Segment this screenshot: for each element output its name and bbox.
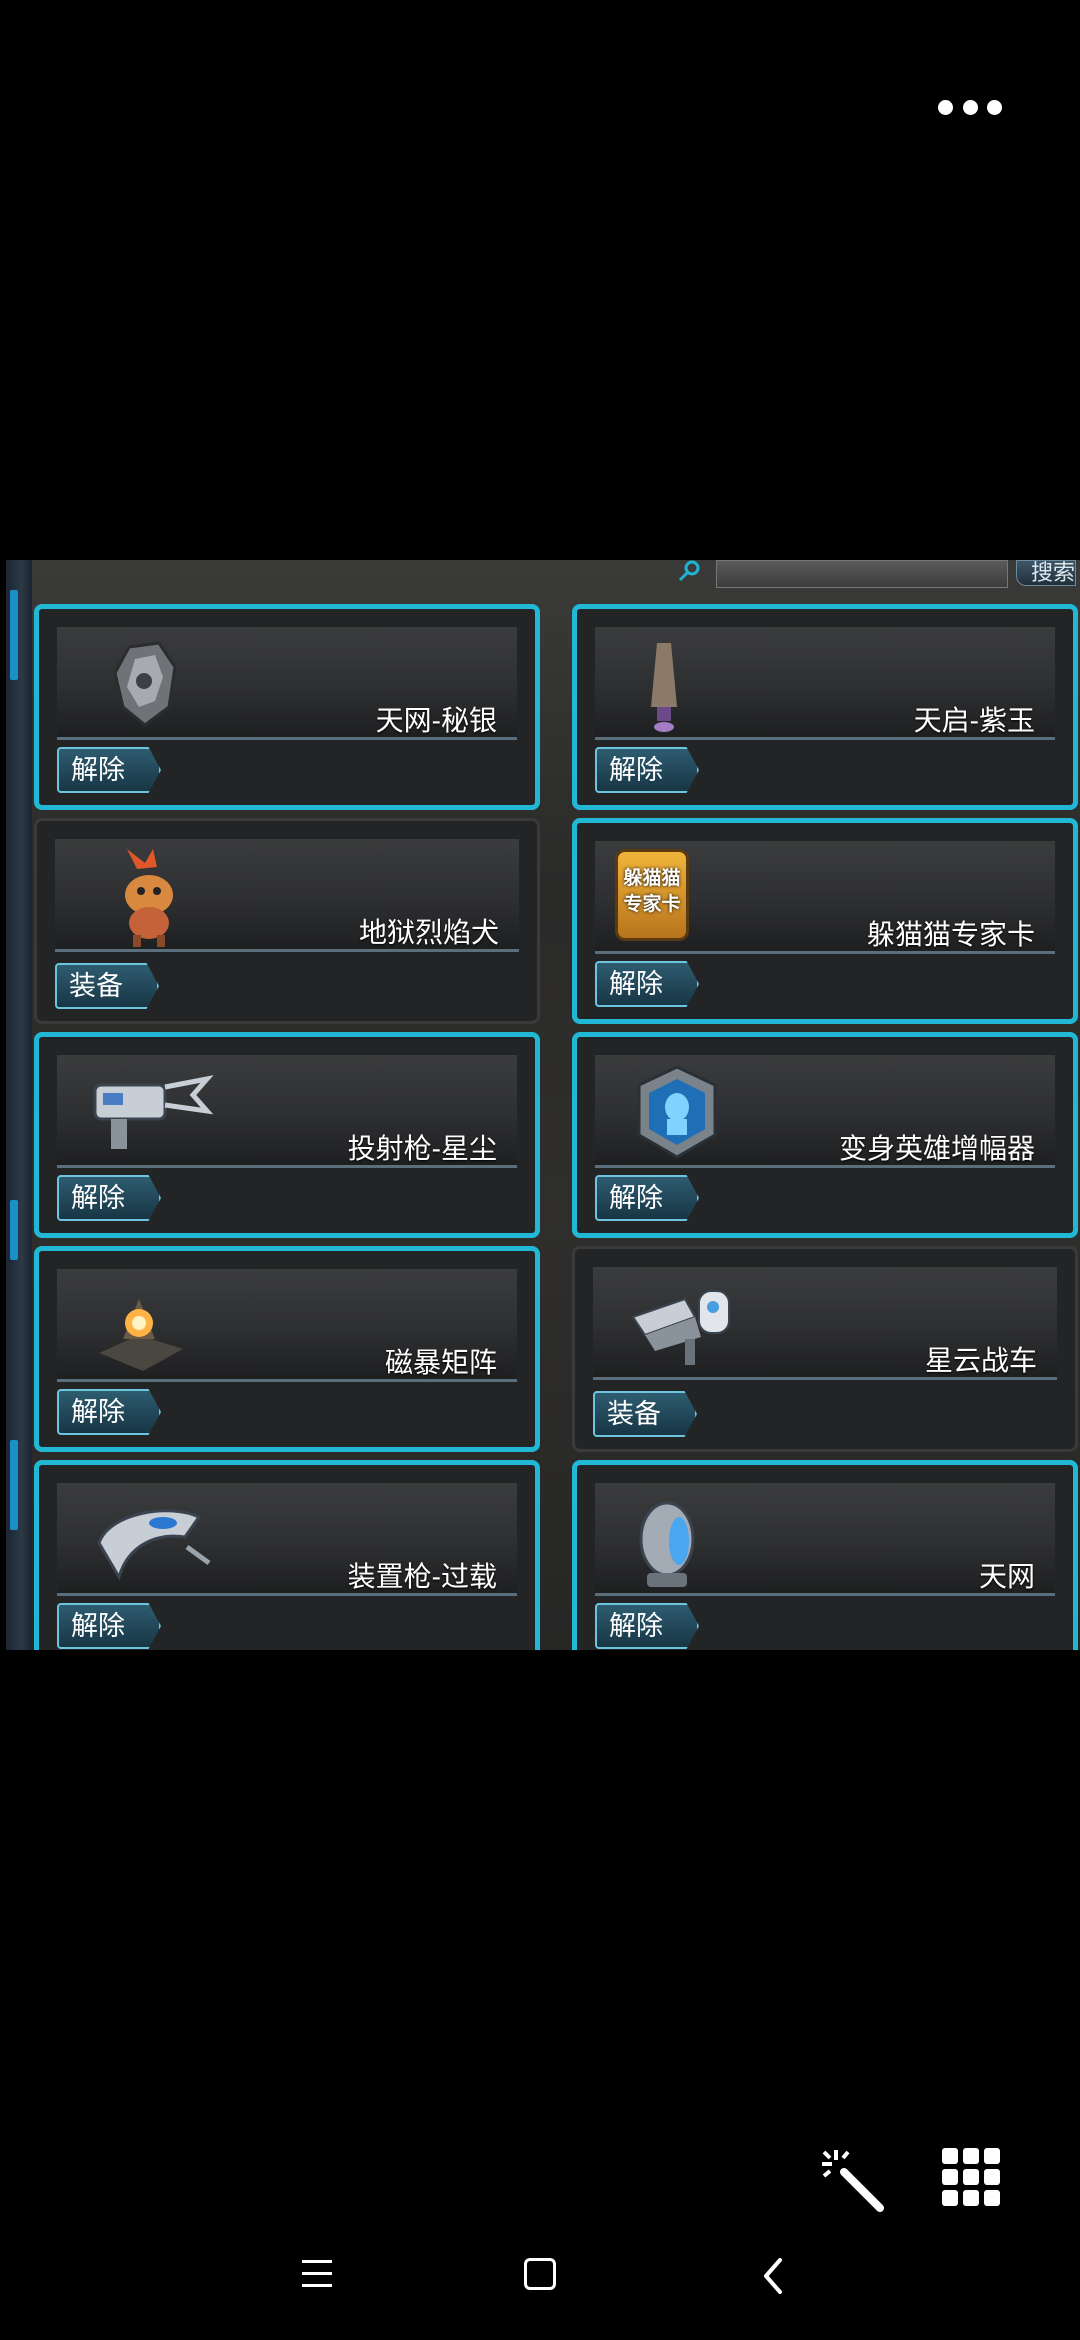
hide-and-seek-card-icon: 躲猫猫专家卡 (615, 849, 689, 941)
item-name: 地狱烈焰犬 (358, 917, 499, 948)
home-icon[interactable] (524, 2258, 556, 2290)
item-card[interactable]: 磁暴矩阵 解除 (34, 1246, 540, 1452)
unequip-button[interactable]: 解除 (57, 747, 161, 793)
item-name: 星云战车 (924, 1345, 1037, 1376)
purple-jade-totem-icon (651, 643, 677, 732)
item-panel: 变身英雄增幅器 (595, 1055, 1055, 1168)
item-card[interactable]: 地狱烈焰犬 装备 (34, 818, 540, 1024)
unequip-button[interactable]: 解除 (595, 1603, 699, 1649)
equip-button[interactable]: 装备 (55, 963, 159, 1009)
item-card[interactable]: 天网-秘银 解除 (34, 604, 540, 810)
magic-wand-icon[interactable] (818, 2146, 888, 2216)
unequip-button[interactable]: 解除 (595, 747, 699, 793)
item-panel: 天网 (595, 1483, 1055, 1596)
unequip-button[interactable]: 解除 (595, 961, 699, 1007)
search-input[interactable] (716, 560, 1008, 588)
item-card[interactable]: 变身英雄增幅器 解除 (572, 1032, 1078, 1238)
magnetic-storm-matrix-icon (99, 1299, 183, 1371)
item-card[interactable]: 投射枪-星尘 解除 (34, 1032, 540, 1238)
item-card[interactable]: 装置枪-过载 解除 (34, 1460, 540, 1650)
mithril-crystal-icon (113, 641, 177, 727)
item-panel: 磁暴矩阵 (57, 1269, 517, 1382)
item-name: 天网 (978, 1561, 1035, 1592)
item-name: 变身英雄增幅器 (838, 1133, 1035, 1164)
item-panel: 躲猫猫专家卡 躲猫猫专家卡 (595, 841, 1055, 954)
item-panel: 地狱烈焰犬 (55, 839, 519, 952)
item-card[interactable]: 躲猫猫专家卡 躲猫猫专家卡 解除 (572, 818, 1078, 1024)
item-name: 躲猫猫专家卡 (866, 919, 1035, 950)
hellfire-dog-pet-icon (125, 849, 173, 947)
equip-button[interactable]: 装备 (593, 1391, 697, 1437)
item-card[interactable]: 天网 解除 (572, 1460, 1078, 1650)
projector-gun-icon (93, 1075, 214, 1149)
item-name: 投射枪-星尘 (347, 1133, 497, 1164)
unequip-button[interactable]: 解除 (57, 1389, 161, 1435)
skynet-mech-icon (639, 1501, 695, 1587)
item-name: 天启-紫玉 (913, 705, 1035, 736)
search-icon[interactable] (678, 560, 700, 582)
item-name: 装置枪-过载 (347, 1561, 497, 1592)
item-card[interactable]: 天启-紫玉 解除 (572, 604, 1078, 810)
item-panel: 投射枪-星尘 (57, 1055, 517, 1168)
item-name: 天网-秘银 (375, 705, 497, 736)
unequip-button[interactable]: 解除 (57, 1603, 161, 1649)
game-screenshot: 搜索 天网-秘银 解除 天启-紫玉 解除 地狱烈焰犬 装备 躲猫猫专家卡 躲猫猫… (6, 560, 1080, 1650)
nebula-chariot-icon (631, 1290, 730, 1365)
left-edge-panel (6, 560, 32, 1650)
search-bar: 搜索 (666, 560, 1080, 590)
item-panel: 装置枪-过载 (57, 1483, 517, 1596)
search-button[interactable]: 搜索 (1016, 560, 1076, 586)
overload-device-gun-icon (97, 1509, 211, 1581)
item-panel: 天启-紫玉 (595, 627, 1055, 740)
item-name: 磁暴矩阵 (384, 1347, 497, 1378)
system-nav-bar (0, 2230, 1080, 2340)
item-panel: 星云战车 (593, 1267, 1057, 1380)
more-options-icon[interactable] (938, 96, 1002, 118)
unequip-button[interactable]: 解除 (57, 1175, 161, 1221)
item-panel: 天网-秘银 (57, 627, 517, 740)
recent-apps-icon[interactable] (302, 2260, 332, 2290)
item-card[interactable]: 星云战车 装备 (572, 1246, 1078, 1452)
grid-menu-icon[interactable] (942, 2148, 1000, 2206)
hero-amplifier-badge-icon (637, 1065, 717, 1159)
unequip-button[interactable]: 解除 (595, 1175, 699, 1221)
back-icon[interactable] (758, 2256, 788, 2296)
